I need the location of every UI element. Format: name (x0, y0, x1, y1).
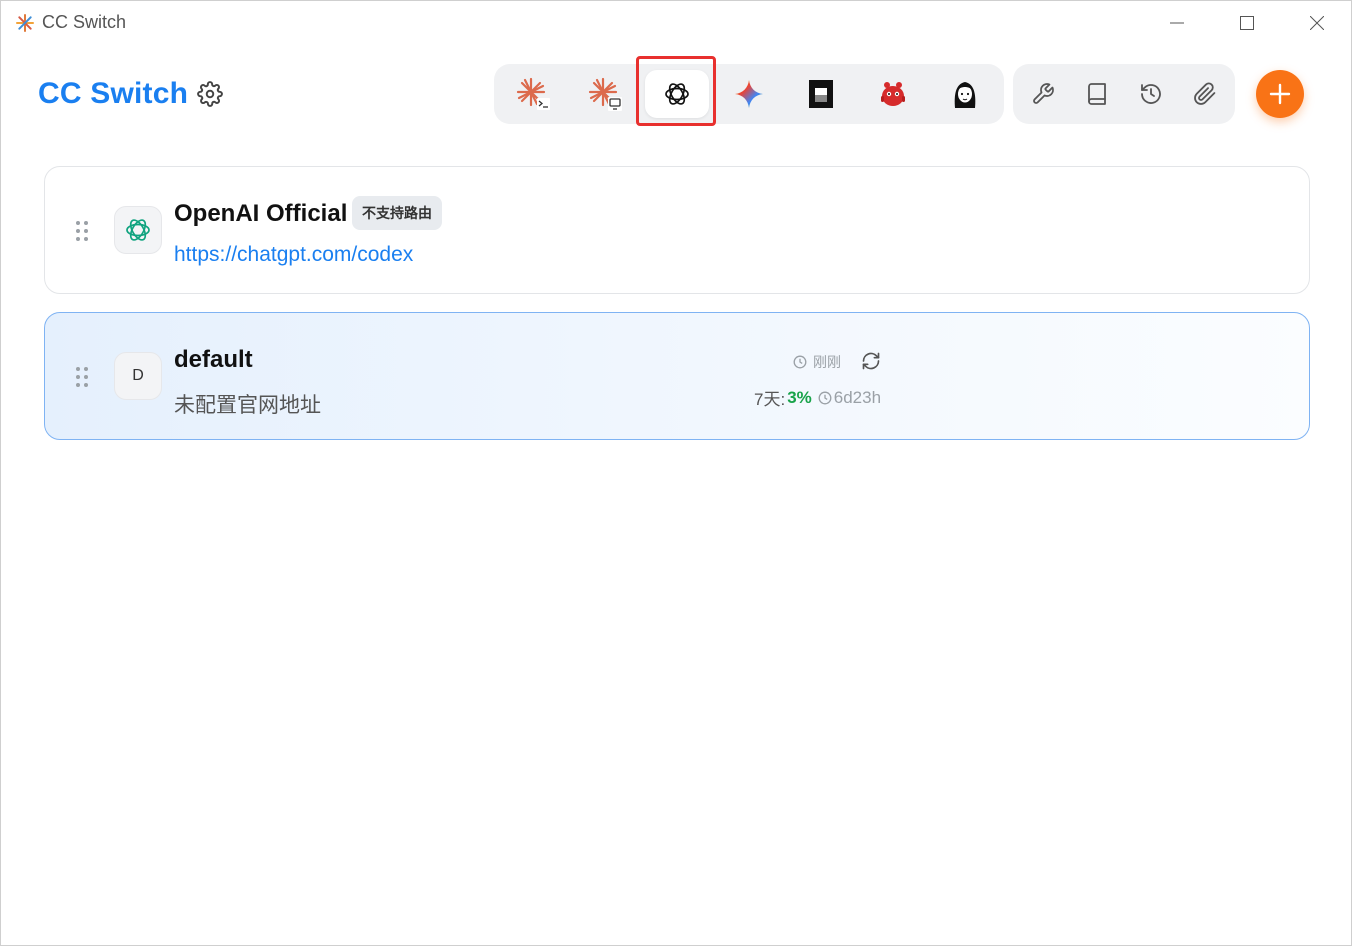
usage-reset: 6d23h (818, 388, 881, 408)
tools-button[interactable] (1025, 76, 1061, 112)
app-tab-codex[interactable] (645, 70, 709, 118)
plus-icon (1269, 83, 1291, 105)
toolbar (1013, 64, 1235, 124)
provider-card-default[interactable]: D default 未配置官网地址 刚刚 7天: 3% 6d23h (44, 312, 1310, 440)
wrench-icon (1033, 83, 1054, 104)
refresh-icon[interactable] (861, 351, 881, 371)
history-icon (1141, 84, 1161, 104)
portrait-icon (954, 82, 976, 108)
provider-name: default (174, 346, 253, 373)
app-window: CC Switch CC Switch OpenAI Official 不支持路… (0, 0, 1352, 946)
provider-avatar: D (114, 352, 162, 400)
attach-button[interactable] (1187, 76, 1223, 112)
claude-terminal-icon (516, 77, 550, 110)
settings-button[interactable] (197, 81, 223, 107)
window-title: CC Switch (42, 12, 127, 32)
app-tab-6[interactable] (861, 70, 925, 118)
maximize-button[interactable] (1212, 1, 1282, 45)
usage-summary: 7天: 3% 6d23h (754, 385, 881, 410)
openai-icon (665, 83, 689, 105)
book-icon (1088, 83, 1106, 105)
drag-handle-icon[interactable] (75, 366, 89, 388)
app-tab-gemini[interactable] (717, 70, 781, 118)
provider-name: OpenAI Official (174, 200, 348, 227)
provider-url-link[interactable]: https://chatgpt.com/codex (174, 243, 413, 267)
usage-period: 7天: (754, 390, 786, 409)
openai-icon (126, 219, 150, 241)
maximize-icon (1240, 16, 1254, 30)
clock-icon (818, 391, 832, 404)
avatar-letter: D (132, 367, 144, 384)
usage-updated: 刚刚 (793, 352, 841, 372)
app-tab-5[interactable] (789, 70, 853, 118)
add-provider-button[interactable] (1256, 70, 1304, 118)
usage-percent: 3% (787, 387, 812, 407)
title-bar: CC Switch (1, 1, 1351, 45)
clock-icon (793, 355, 807, 369)
status-badge: 不支持路由 (352, 196, 442, 230)
provider-card-openai[interactable]: OpenAI Official 不支持路由 https://chatgpt.co… (44, 166, 1310, 294)
app-tab-7[interactable] (933, 70, 997, 118)
minimize-button[interactable] (1142, 1, 1212, 45)
provider-avatar (114, 206, 162, 254)
usage-reset-text: 6d23h (833, 387, 882, 407)
app-switcher (494, 64, 1004, 124)
usage-updated-text: 刚刚 (813, 354, 841, 370)
docs-button[interactable] (1079, 76, 1115, 112)
paperclip-icon (1194, 82, 1216, 105)
drag-handle-icon[interactable] (75, 220, 89, 242)
dark-square-icon (809, 80, 833, 108)
app-tab-claude-code[interactable] (501, 70, 565, 118)
gemini-sparkle-icon (735, 80, 763, 108)
minimize-icon (1170, 22, 1184, 24)
close-icon (1310, 16, 1324, 30)
red-creature-icon (881, 82, 905, 106)
app-tab-claude-desktop[interactable] (573, 70, 637, 118)
close-button[interactable] (1282, 1, 1352, 45)
provider-subtitle: 未配置官网地址 (174, 394, 321, 417)
app-brand-title: CC Switch (38, 77, 189, 110)
history-button[interactable] (1133, 76, 1169, 112)
gear-icon (197, 81, 223, 107)
claude-desktop-icon (588, 77, 622, 111)
app-logo-icon (16, 14, 34, 32)
